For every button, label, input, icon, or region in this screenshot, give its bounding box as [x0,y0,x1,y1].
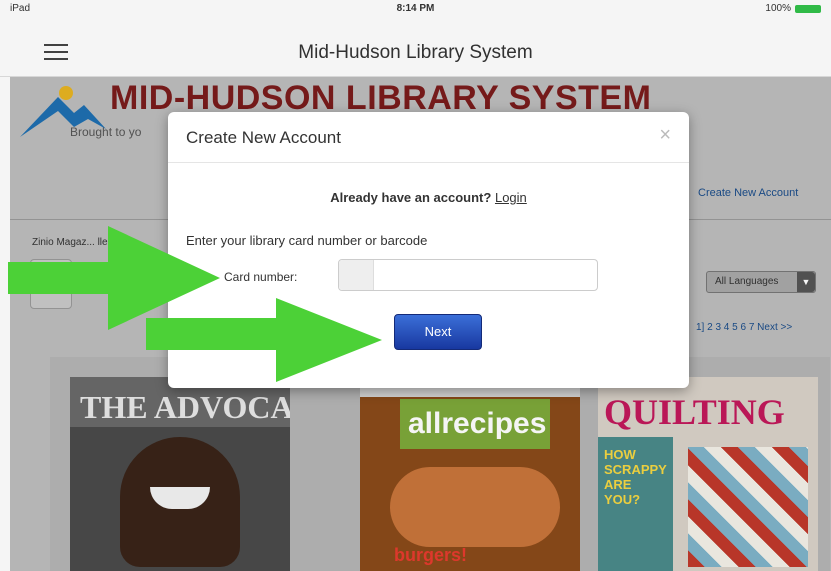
magazine-subtitle: burgers! [394,545,468,565]
logo-tagline: Brought to yo [70,125,142,139]
status-bar: iPad 8:14 PM 100% [0,0,831,18]
card-number-label: Card number: [224,270,298,284]
magazine-title: THE ADVOCATE [80,389,290,425]
next-button[interactable]: Next [394,314,482,350]
language-select-value: All Languages [715,276,779,287]
arrow-right-icon [146,298,382,382]
battery-indicator: 100% [765,3,821,14]
already-text: Already have an account? [330,190,492,205]
modal-header: Create New Account × [168,112,689,163]
close-icon[interactable]: × [659,124,671,147]
magazine-cover-advocate[interactable]: THE ADVOCATE [70,377,290,571]
magazine-cover-quilting[interactable]: QUILTING HOW SCRAPPY ARE YOU? [598,377,818,571]
battery-percent: 100% [765,3,791,14]
status-time: 8:14 PM [396,3,435,14]
login-link[interactable]: Login [495,190,527,205]
card-number-input[interactable] [375,260,597,290]
magazine-cover-allrecipes[interactable]: allrecipes burgers! [360,377,580,571]
existing-account-prompt: Already have an account? Login [168,190,689,205]
magazine-subtitle: HOW SCRAPPY ARE YOU? [604,447,667,507]
card-number-field[interactable] [338,259,598,291]
magazine-title: QUILTING [604,392,785,432]
language-select[interactable]: All Languages ▼ [706,271,816,293]
magazine-title: allrecipes [408,407,547,440]
input-addon [339,260,374,290]
chevron-down-icon: ▼ [797,272,815,292]
battery-icon [795,4,821,13]
pagination[interactable]: 1] 2 3 4 5 6 7 Next >> [696,322,792,333]
modal-title: Create New Account [186,128,341,147]
app-title: Mid-Hudson Library System [298,42,533,63]
magazine-grid: THE ADVOCATE allrecipes burgers! QUILTIN… [50,357,830,571]
create-account-link[interactable]: Create New Account [698,187,798,199]
app-navbar: Mid-Hudson Library System [0,18,831,77]
